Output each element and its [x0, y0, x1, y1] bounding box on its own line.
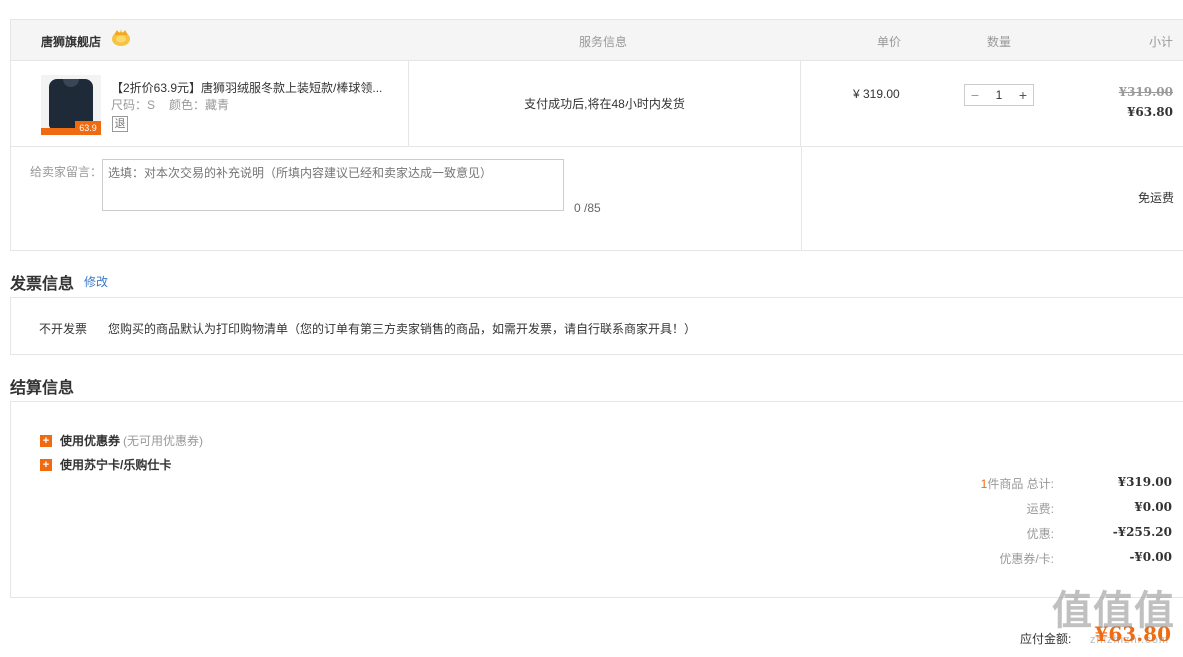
discount-label: 优惠: — [1026, 527, 1054, 541]
subtotal: ¥63.80 — [1127, 105, 1173, 119]
product-row: 63.9 【2折价63.9元】唐狮羽绒服冬款上装短款/棒球领... 尺码：S 颜色… — [11, 61, 1183, 147]
invoice-box: 不开发票 您购买的商品默认为打印购物清单（您的订单有第三方卖家销售的商品，如需开… — [10, 297, 1183, 355]
invoice-note: 您购买的商品默认为打印购物清单（您的订单有第三方卖家销售的商品，如需开发票，请自… — [108, 322, 697, 336]
quantity-stepper: − 1 + — [964, 84, 1034, 106]
watermark-url: zhizhizhi.com — [1089, 634, 1169, 646]
product-title[interactable]: 【2折价63.9元】唐狮羽绒服冬款上装短款/棒球领... — [111, 79, 396, 96]
settlement-title: 结算信息 — [10, 380, 75, 397]
coupon-label: 优惠券/卡: — [999, 552, 1054, 566]
product-color: 颜色：藏青 — [169, 98, 230, 112]
option-label: 使用苏宁卡/乐购仕卡 — [60, 458, 172, 472]
use-coupon-option[interactable]: + 使用优惠券 (无可用优惠券) — [40, 432, 203, 449]
summary-freight-row: 运费: ¥0.00 — [11, 500, 1183, 516]
order-table: 唐狮旗舰店 服务信息 单价 数量 小计 63.9 【2折价63.9元】唐狮羽绒服… — [10, 19, 1183, 251]
coupon-value: -¥0.00 — [1129, 550, 1172, 564]
message-label: 给卖家留言： — [30, 165, 103, 179]
unit-price: ¥ 319.00 — [853, 87, 900, 101]
return-badge-icon: 退 — [112, 116, 128, 132]
column-subtotal: 小计 — [1148, 35, 1173, 49]
summary-coupon-row: 优惠券/卡: -¥0.00 — [11, 550, 1183, 566]
summary-total-row: 1件商品 总计: ¥319.00 — [11, 475, 1183, 491]
qty-minus-button[interactable]: − — [967, 87, 983, 103]
expand-plus-icon: + — [40, 434, 52, 447]
settlement-box: + 使用优惠券 (无可用优惠券) + 使用苏宁卡/乐购仕卡 1件商品 总计: ¥319… — [10, 401, 1183, 598]
option-label: 使用优惠券 — [60, 434, 121, 448]
invoice-title: 发票信息 — [10, 276, 75, 293]
watermark-logo: 值值值 — [1052, 588, 1175, 634]
summary-discount-row: 优惠: -¥255.20 — [11, 525, 1183, 541]
use-card-option[interactable]: + 使用苏宁卡/乐购仕卡 — [40, 456, 171, 473]
summary-total-label: 1件商品 总计: — [981, 475, 1054, 492]
service-text: 支付成功后,将在48小时内发货 — [524, 97, 685, 111]
message-counter: 0 /85 — [574, 201, 601, 215]
product-size: 尺码：S — [111, 98, 156, 112]
shop-badge-icon — [112, 29, 130, 46]
promo-bar — [41, 128, 75, 135]
shipping-cell: 免运费 — [801, 147, 1183, 251]
subtotal-original: ¥319.00 — [1118, 85, 1173, 99]
service-cell: 支付成功后,将在48小时内发货 — [408, 61, 801, 146]
discount-value: -¥255.20 — [1112, 525, 1172, 539]
qty-value[interactable]: 1 — [985, 87, 1013, 103]
total-label-text: 件商品 总计: — [987, 477, 1054, 491]
product-spec: 尺码：S 颜色：藏青 — [111, 96, 229, 113]
column-service: 服务信息 — [579, 35, 628, 49]
invoice-edit-link[interactable]: 修改 — [84, 273, 108, 290]
summary-total-value: ¥319.00 — [1117, 475, 1172, 489]
order-header: 唐狮旗舰店 服务信息 单价 数量 小计 — [11, 20, 1183, 61]
shop-name[interactable]: 唐狮旗舰店 — [41, 33, 101, 50]
shipping-text: 免运费 — [1137, 191, 1174, 205]
seller-message-input[interactable] — [102, 159, 564, 211]
option-hint: (无可用优惠券) — [123, 434, 204, 448]
promo-price-tag: 63.9 — [75, 121, 101, 135]
invoice-type: 不开发票 — [39, 322, 88, 336]
freight-value: ¥0.00 — [1134, 500, 1172, 514]
column-unit-price: 单价 — [877, 35, 902, 49]
message-row: 给卖家留言： 0 /85 免运费 — [11, 147, 1183, 251]
product-thumbnail[interactable]: 63.9 — [41, 75, 101, 135]
freight-label: 运费: — [1026, 502, 1054, 516]
qty-plus-button[interactable]: + — [1015, 87, 1031, 103]
expand-plus-icon: + — [40, 458, 52, 471]
column-quantity: 数量 — [987, 35, 1012, 49]
